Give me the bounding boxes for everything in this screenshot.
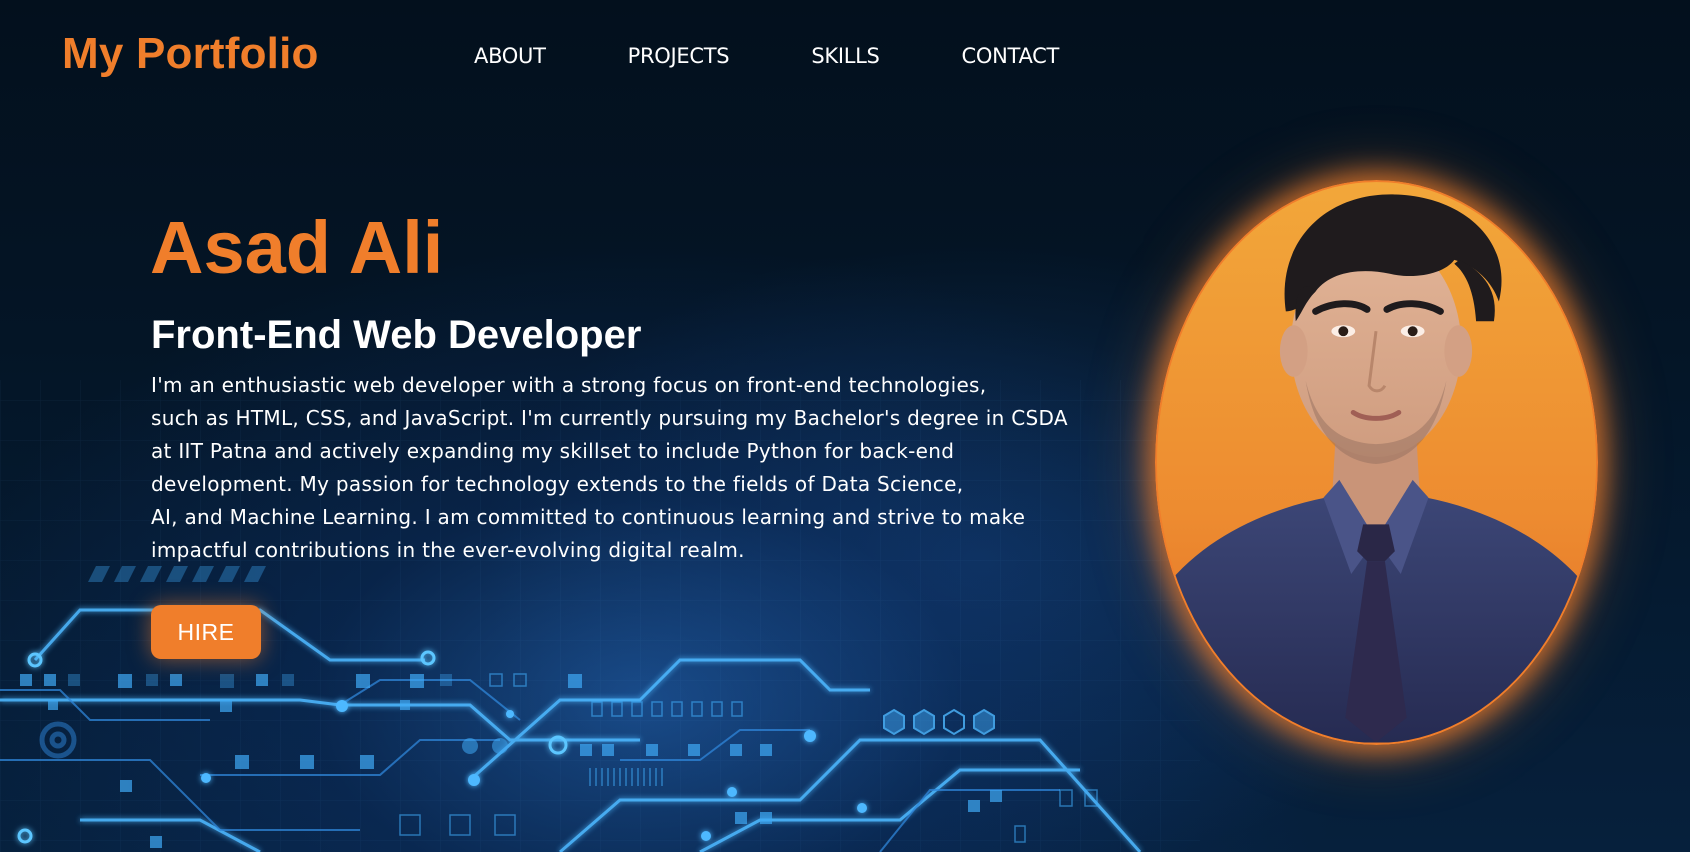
brand-logo[interactable]: My Portfolio (62, 26, 319, 82)
bio-line: at IIT Patna and actively expanding my s… (151, 439, 955, 463)
bio-line: such as HTML, CSS, and JavaScript. I'm c… (151, 406, 1068, 430)
nav-skills[interactable]: SKILLS (811, 44, 880, 68)
main-nav: ABOUT PROJECTS SKILLS CONTACT (474, 40, 1141, 72)
portfolio-page: My Portfolio ABOUT PROJECTS SKILLS CONTA… (0, 0, 1690, 852)
bio-line: impactful contributions in the ever-evol… (151, 538, 745, 562)
hero-role: Front-End Web Developer (151, 313, 642, 357)
bio-line: AI, and Machine Learning. I am committed… (151, 505, 1026, 529)
bio-line: development. My passion for technology e… (151, 472, 964, 496)
hero-bio: I'm an enthusiastic web developer with a… (151, 369, 1111, 567)
bio-line: I'm an enthusiastic web developer with a… (151, 373, 987, 397)
hire-button[interactable]: HIRE (151, 605, 261, 659)
nav-projects[interactable]: PROJECTS (628, 44, 730, 68)
nav-about[interactable]: ABOUT (474, 44, 546, 68)
hero-name: Asad Ali (150, 206, 444, 289)
profile-photo (1155, 180, 1598, 745)
profile-photo-illustration (1157, 182, 1596, 743)
nav-contact[interactable]: CONTACT (962, 44, 1060, 68)
